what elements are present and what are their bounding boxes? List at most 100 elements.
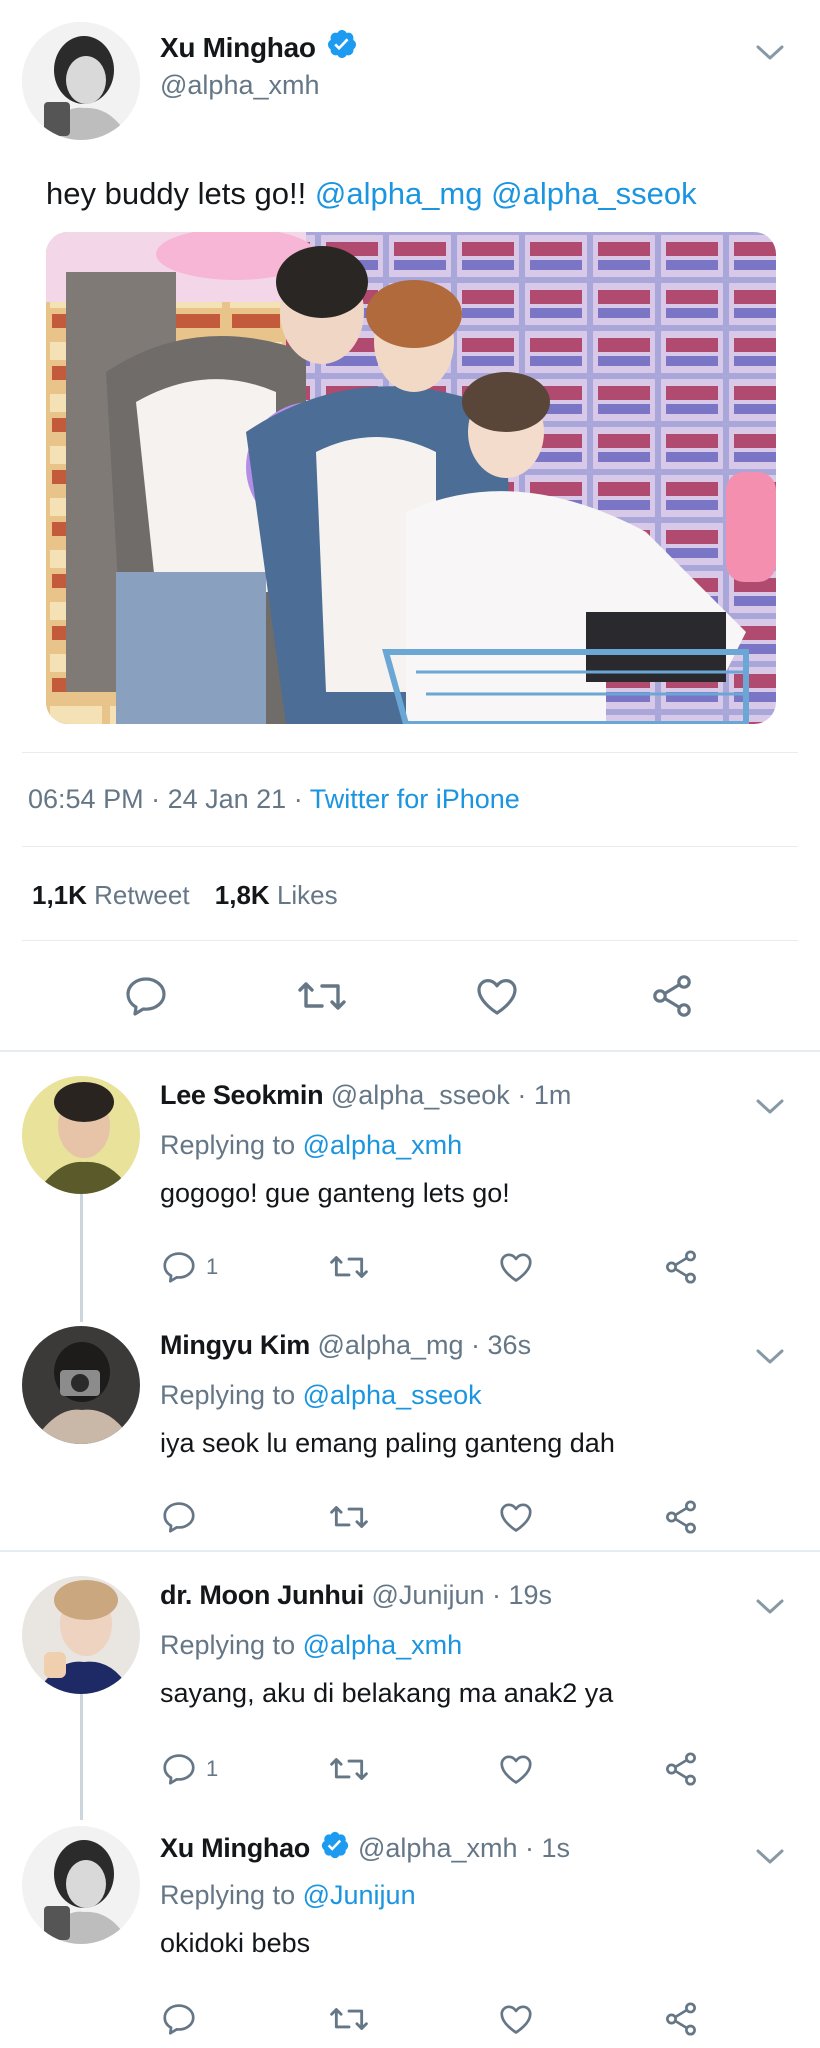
retweets-count: 1,1K xyxy=(32,880,87,910)
author-name[interactable]: Xu Minghao xyxy=(160,32,316,64)
avatar[interactable] xyxy=(22,1076,140,1194)
like-icon xyxy=(500,2005,532,2034)
like-icon xyxy=(500,1755,532,1784)
likes-count: 1,8K xyxy=(214,880,270,910)
share-button[interactable] xyxy=(648,972,696,1020)
tweet-text: hey buddy lets go!! @alpha_mg @alpha_sse… xyxy=(46,176,697,212)
share-icon xyxy=(666,1250,696,1284)
mention-link[interactable]: @alpha_sseok xyxy=(491,176,697,211)
replying-to-label: Replying to xyxy=(160,1380,296,1410)
like-icon xyxy=(477,979,517,1015)
tweet-stats: 1,1K Retweet 1,8K Likes xyxy=(32,880,338,911)
like-button[interactable] xyxy=(496,2000,536,2038)
retweet-icon xyxy=(330,1256,368,1278)
divider xyxy=(22,846,798,847)
mention-link[interactable]: @alpha_mg xyxy=(315,176,483,211)
reply-count: 1 xyxy=(206,1756,219,1781)
reply-handle[interactable]: @alpha_xmh xyxy=(358,1833,518,1864)
share-icon xyxy=(653,975,691,1017)
replying-to-link[interactable]: @alpha_sseok xyxy=(303,1380,482,1410)
reply-icon xyxy=(126,977,166,1016)
reply-button[interactable] xyxy=(160,2000,206,2038)
like-button[interactable] xyxy=(496,1498,536,1536)
chevron-down-icon[interactable] xyxy=(750,1836,790,1876)
avatar[interactable] xyxy=(22,1826,140,1944)
reply-handle[interactable]: @alpha_mg xyxy=(318,1330,464,1360)
share-button[interactable] xyxy=(662,1248,700,1286)
tweet-meta: 06:54 PM · 24 Jan 21 · Twitter for iPhon… xyxy=(28,784,520,815)
share-icon xyxy=(666,1752,696,1786)
chevron-down-icon[interactable] xyxy=(750,32,790,72)
verified-badge-icon xyxy=(326,28,358,67)
share-button[interactable] xyxy=(662,1750,700,1788)
replying-to-link[interactable]: @alpha_xmh xyxy=(303,1630,463,1660)
reply-time: 1s xyxy=(541,1833,571,1863)
avatar[interactable] xyxy=(22,1576,140,1694)
reply-button[interactable]: 1 xyxy=(160,1248,218,1286)
retweet-icon xyxy=(298,982,346,1010)
reply-handle[interactable]: @alpha_sseok xyxy=(331,1080,510,1110)
retweet-button[interactable] xyxy=(328,1750,370,1788)
reply-author-name[interactable]: Lee Seokmin xyxy=(160,1080,324,1110)
tweet-photo[interactable] xyxy=(46,232,776,724)
meta-separator: · xyxy=(151,784,168,814)
retweet-icon xyxy=(330,2008,368,2030)
tweet-time: 06:54 PM xyxy=(28,784,144,814)
meta-separator: · xyxy=(293,784,310,814)
reply-text: okidoki bebs xyxy=(160,1928,311,1958)
thread-line xyxy=(80,1694,83,1820)
reply-author-name[interactable]: Xu Minghao xyxy=(160,1833,310,1864)
photo-image xyxy=(46,232,776,724)
section-divider xyxy=(0,1050,820,1052)
reply-icon xyxy=(163,1502,195,1533)
like-button[interactable] xyxy=(472,972,522,1020)
avatar-photo xyxy=(22,1326,140,1444)
reply-author-name[interactable]: Mingyu Kim xyxy=(160,1330,310,1360)
tweet-source-link[interactable]: Twitter for iPhone xyxy=(310,784,520,814)
replying-to-label: Replying to xyxy=(160,1630,296,1660)
avatar[interactable] xyxy=(22,22,140,140)
reply-handle[interactable]: @Junijun xyxy=(372,1580,485,1610)
like-button[interactable] xyxy=(496,1750,536,1788)
replying-to-link[interactable]: @alpha_xmh xyxy=(303,1130,463,1160)
reply-time: 36s xyxy=(487,1330,532,1360)
reply-author-name[interactable]: dr. Moon Junhui xyxy=(160,1580,364,1610)
reply-button[interactable] xyxy=(160,1498,206,1536)
retweets-stat[interactable]: 1,1K Retweet xyxy=(32,880,197,910)
reply-time: 19s xyxy=(508,1580,553,1610)
reply-text: sayang, aku di belakang ma anak2 ya xyxy=(160,1678,614,1708)
chevron-down-icon[interactable] xyxy=(750,1586,790,1626)
share-button[interactable] xyxy=(662,1498,700,1536)
retweets-label: Retweet xyxy=(94,880,190,910)
reply-icon xyxy=(163,1252,195,1283)
avatar-photo xyxy=(22,1826,140,1944)
verified-badge-icon xyxy=(320,1830,350,1867)
divider xyxy=(22,752,798,753)
reply-icon xyxy=(163,2004,195,2035)
avatar-photo xyxy=(22,22,140,140)
retweet-button[interactable] xyxy=(328,2000,370,2038)
reply-button[interactable]: 1 xyxy=(160,1750,218,1788)
author-handle[interactable]: @alpha_xmh xyxy=(160,70,320,101)
share-button[interactable] xyxy=(662,2000,700,2038)
reply-icon xyxy=(163,1754,195,1785)
replying-to-link[interactable]: @Junijun xyxy=(303,1880,416,1910)
chevron-down-icon[interactable] xyxy=(750,1336,790,1376)
retweet-button[interactable] xyxy=(328,1248,370,1286)
reply-button[interactable] xyxy=(122,972,170,1020)
chevron-down-icon[interactable] xyxy=(750,1086,790,1126)
retweet-button[interactable] xyxy=(328,1498,370,1536)
reply-count: 1 xyxy=(206,1254,219,1279)
likes-label: Likes xyxy=(276,880,338,910)
retweet-button[interactable] xyxy=(296,972,348,1020)
avatar[interactable] xyxy=(22,1326,140,1444)
reply-dot: · xyxy=(471,1330,488,1360)
avatar-photo xyxy=(22,1076,140,1194)
share-icon xyxy=(666,2002,696,2036)
likes-stat[interactable]: 1,8K Likes xyxy=(215,880,338,910)
replying-to-label: Replying to xyxy=(160,1880,296,1910)
like-icon xyxy=(500,1253,532,1282)
divider xyxy=(22,940,798,941)
like-button[interactable] xyxy=(496,1248,536,1286)
section-divider xyxy=(0,1550,820,1552)
